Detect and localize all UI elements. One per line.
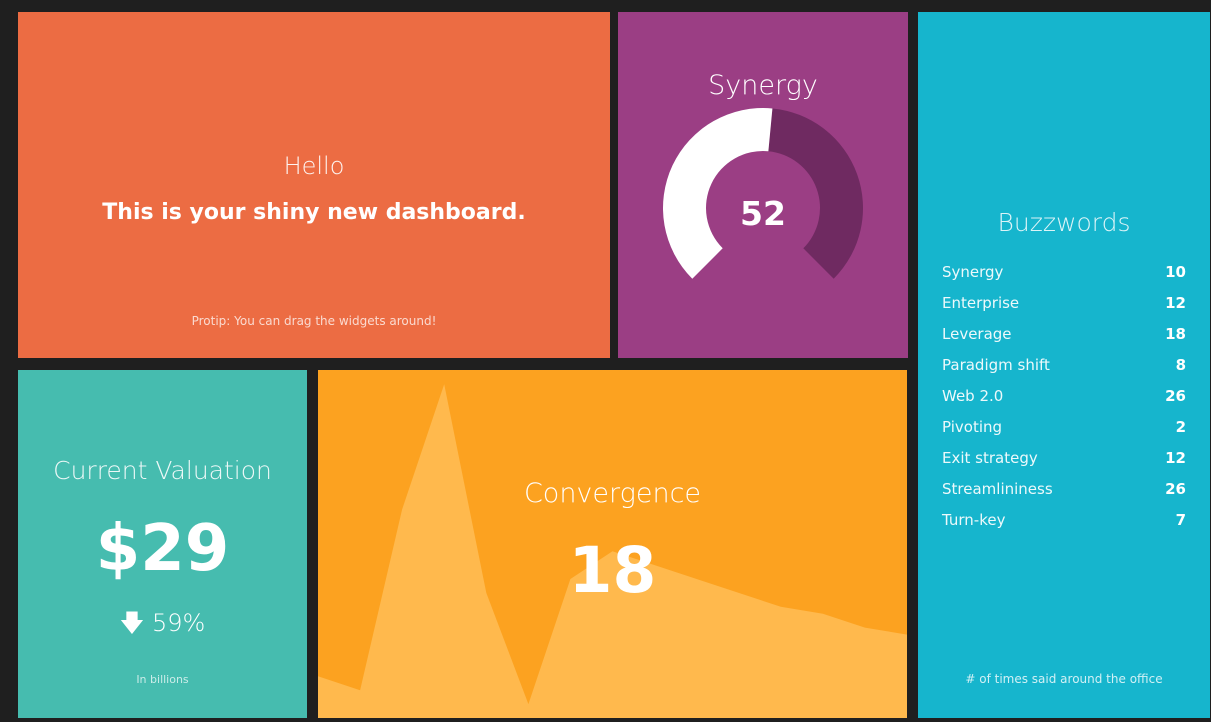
buzzword-value: 26 — [1165, 479, 1186, 498]
arrow-down-icon: 🡇 — [119, 609, 145, 637]
buzzword-label: Streamlininess — [942, 479, 1053, 498]
hello-more-info: Protip: You can drag the widgets around! — [191, 314, 437, 328]
buzzword-value: 12 — [1165, 293, 1186, 312]
buzzwords-more-info: # of times said around the office — [965, 672, 1163, 686]
valuation-widget[interactable]: Current Valuation $29 🡇 59% In billions — [18, 370, 307, 718]
synergy-title: Synergy — [708, 70, 818, 101]
list-item: Turn-key 7 — [942, 504, 1186, 535]
buzzword-value: 7 — [1175, 510, 1186, 529]
buzzword-label: Web 2.0 — [942, 386, 1004, 405]
valuation-title: Current Valuation — [53, 456, 272, 485]
buzzword-label: Exit strategy — [942, 448, 1038, 467]
dashboard: Hello This is your shiny new dashboard. … — [0, 0, 1211, 722]
list-item: Streamlininess 26 — [942, 473, 1186, 504]
list-item: Synergy 10 — [942, 256, 1186, 287]
hello-title: Hello — [283, 152, 345, 180]
buzzword-value: 18 — [1165, 324, 1186, 343]
valuation-change: 🡇 59% — [18, 606, 307, 647]
hello-widget[interactable]: Hello This is your shiny new dashboard. … — [18, 12, 610, 358]
synergy-widget[interactable]: Synergy 52 — [618, 12, 908, 358]
buzzword-value: 12 — [1165, 448, 1186, 467]
buzzword-value: 2 — [1175, 417, 1186, 436]
buzzword-label: Leverage — [942, 324, 1012, 343]
buzzwords-list: Synergy 10 Enterprise 12 Leverage 18 Paradi… — [942, 256, 1186, 535]
buzzword-label: Synergy — [942, 262, 1004, 281]
buzzword-label: Pivoting — [942, 417, 1003, 436]
list-item: Paradigm shift 8 — [942, 349, 1186, 380]
synergy-value: 52 — [740, 194, 786, 233]
hello-text: This is your shiny new dashboard. — [102, 200, 526, 225]
valuation-amount: $29 — [95, 512, 230, 586]
convergence-widget[interactable]: Convergence 18 — [318, 370, 907, 718]
convergence-value: 18 — [568, 534, 657, 607]
list-item: Pivoting 2 — [942, 411, 1186, 442]
valuation-more-info: In billions — [136, 673, 189, 686]
list-item: Exit strategy 12 — [942, 442, 1186, 473]
buzzword-value: 26 — [1165, 386, 1186, 405]
convergence-title: Convergence — [523, 478, 702, 509]
buzzword-label: Enterprise — [942, 293, 1020, 312]
buzzword-label: Paradigm shift — [942, 355, 1050, 374]
list-item: Leverage 18 — [942, 318, 1186, 349]
buzzword-value: 8 — [1175, 355, 1186, 374]
valuation-change-value: 59% — [151, 609, 206, 637]
buzzwords-title: Buzzwords — [997, 208, 1131, 237]
list-item: Web 2.0 26 — [942, 380, 1186, 411]
buzzword-label: Turn-key — [942, 510, 1006, 529]
buzzwords-widget[interactable]: Buzzwords Synergy 10 Enterprise 12 Leverag… — [918, 12, 1210, 718]
buzzword-value: 10 — [1165, 262, 1186, 281]
list-item: Enterprise 12 — [942, 287, 1186, 318]
